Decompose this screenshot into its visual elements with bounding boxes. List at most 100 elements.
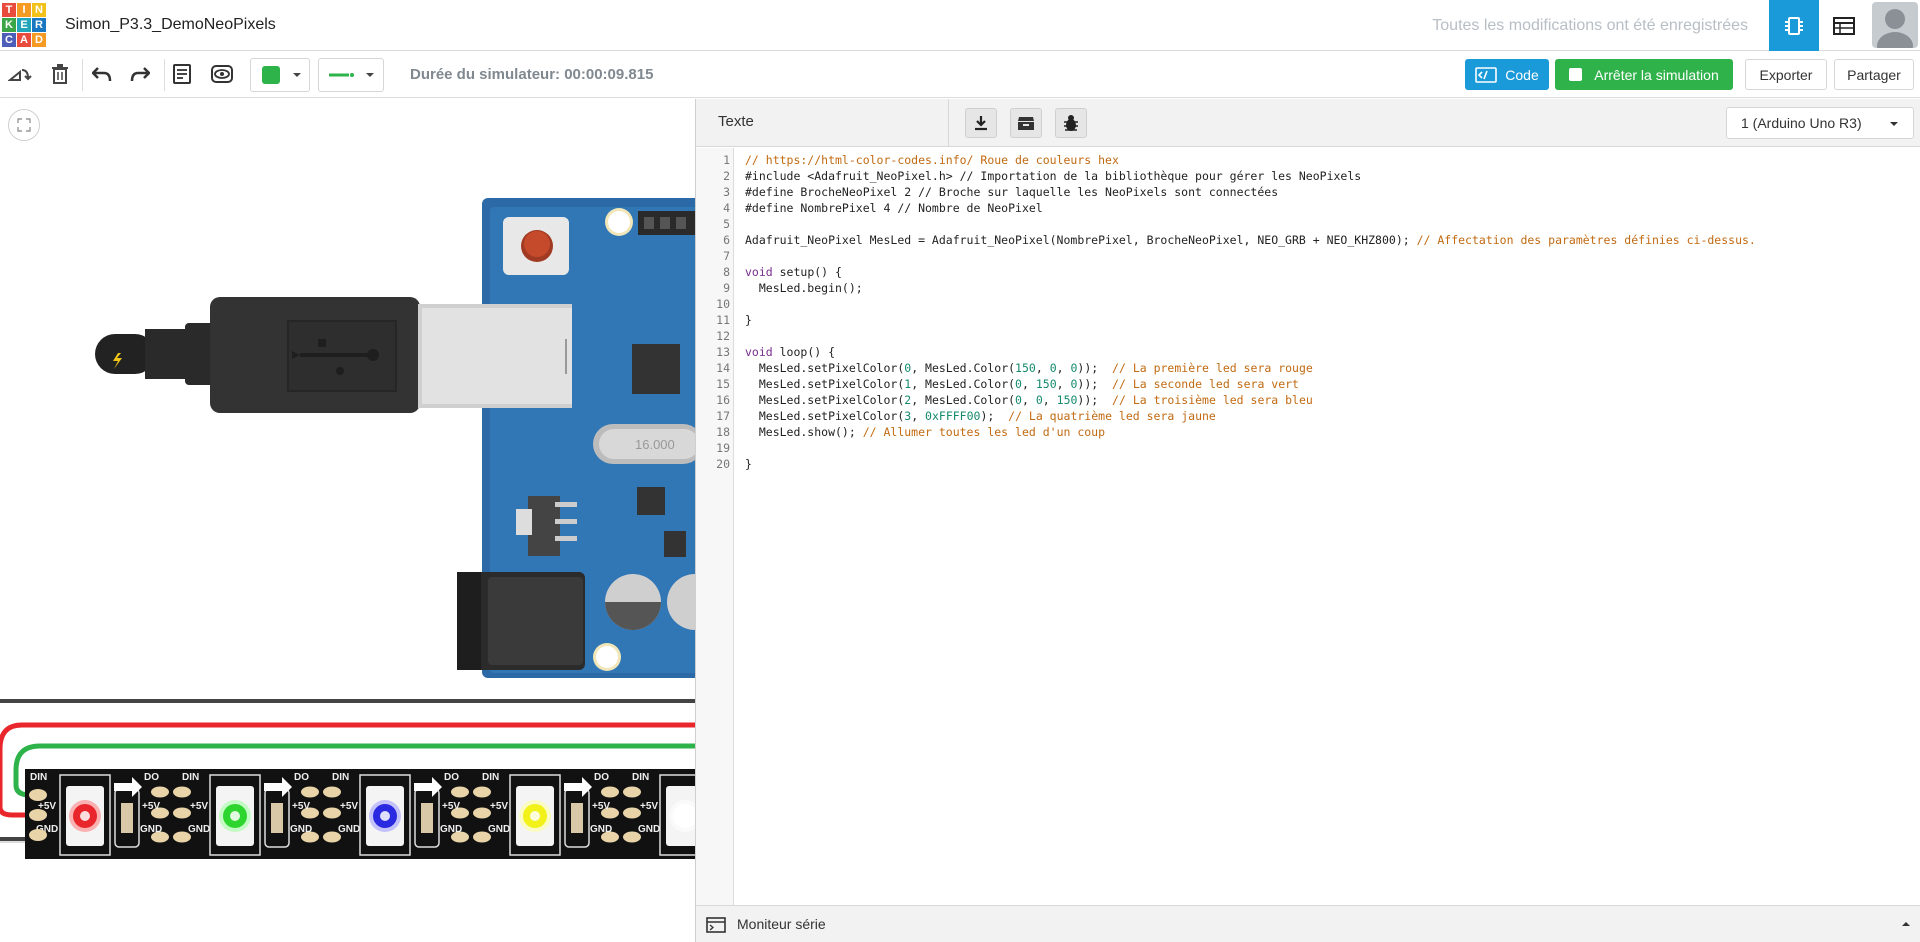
rotate-button[interactable] bbox=[6, 61, 34, 87]
code-token: MesLed.setPixelColor( bbox=[745, 377, 905, 391]
board-select[interactable]: 1 (Arduino Uno R3) bbox=[1726, 107, 1914, 139]
line-numbers: 1 2 3 4 5 6 7 8 9 10 11 12 13 14 15 16 1… bbox=[716, 153, 730, 471]
wire-type-dropdown[interactable] bbox=[318, 58, 384, 92]
serial-monitor-label: Moniteur série bbox=[737, 916, 826, 932]
download-button[interactable] bbox=[965, 108, 997, 138]
code-line[interactable] bbox=[745, 248, 1756, 264]
undo-button[interactable] bbox=[88, 61, 116, 87]
toolbar-divider bbox=[164, 59, 165, 91]
pixel-label: +5V bbox=[142, 801, 160, 812]
code-line[interactable]: void setup() { bbox=[745, 264, 1756, 280]
code-token: )); bbox=[1077, 377, 1113, 391]
circuit-drawing: 16.000 DO DIN+5V +5VGND GNDDO DIN+5V +5V… bbox=[0, 198, 695, 882]
chevron-down-icon bbox=[366, 73, 374, 77]
code-line[interactable]: MesLed.setPixelColor(3, 0xFFFF00); // La… bbox=[745, 408, 1756, 424]
board-select-value: 1 (Arduino Uno R3) bbox=[1741, 115, 1862, 131]
code-icon bbox=[1475, 66, 1498, 83]
toolbar-divider bbox=[82, 59, 83, 91]
pixel-label: GND bbox=[488, 824, 510, 835]
pixel-label: DIN bbox=[482, 772, 499, 783]
pixel-label: +5V bbox=[190, 801, 208, 812]
serial-monitor-bar[interactable]: Moniteur série bbox=[696, 905, 1920, 942]
library-icon bbox=[1018, 117, 1034, 130]
code-token: // Affectation des paramètres définies c… bbox=[1416, 233, 1756, 247]
circuit-view-button[interactable] bbox=[1769, 0, 1819, 51]
code-mode-select[interactable]: Texte bbox=[718, 113, 754, 130]
debug-icon bbox=[1064, 115, 1078, 131]
code-line[interactable] bbox=[745, 296, 1756, 312]
code-token: MesLed.setPixelColor( bbox=[745, 361, 905, 375]
pixel-label: +5V bbox=[442, 801, 460, 812]
chevron-down-icon bbox=[1890, 122, 1898, 126]
code-line[interactable]: } bbox=[745, 456, 1756, 472]
code-token: , bbox=[1056, 377, 1071, 391]
pixel-label: DO bbox=[444, 772, 459, 783]
usb-cable[interactable] bbox=[95, 297, 572, 413]
logo-letter: D bbox=[32, 33, 46, 47]
redo-button[interactable] bbox=[126, 61, 154, 87]
code-token: , MesLed.Color( bbox=[911, 361, 1016, 375]
code-token: MesLed.setPixelColor( bbox=[745, 409, 905, 423]
code-line[interactable]: #include <Adafruit_NeoPixel.h> // Import… bbox=[745, 168, 1756, 184]
pixel-label: DIN bbox=[182, 772, 199, 783]
code-token: void bbox=[745, 345, 773, 359]
code-line[interactable]: MesLed.setPixelColor(2, MesLed.Color(0, … bbox=[745, 392, 1756, 408]
pixel-label: DIN bbox=[30, 772, 47, 783]
code-line[interactable] bbox=[745, 216, 1756, 232]
pixel-label: DIN bbox=[632, 772, 649, 783]
project-title[interactable]: Simon_P3.3_DemoNeoPixels bbox=[65, 16, 276, 34]
code-line[interactable] bbox=[745, 440, 1756, 456]
code-line[interactable]: // https://html-color-codes.info/ Roue d… bbox=[745, 152, 1756, 168]
code-token: )); bbox=[1077, 393, 1113, 407]
delete-button[interactable] bbox=[46, 61, 74, 87]
code-line[interactable]: MesLed.setPixelColor(1, MesLed.Color(0, … bbox=[745, 376, 1756, 392]
user-avatar[interactable] bbox=[1872, 2, 1918, 48]
component-list-icon bbox=[1833, 16, 1855, 35]
code-button[interactable]: Code bbox=[1465, 59, 1549, 90]
code-token: , bbox=[1021, 393, 1036, 407]
code-line[interactable]: } bbox=[745, 312, 1756, 328]
code-line[interactable]: void loop() { bbox=[745, 344, 1756, 360]
code-line[interactable]: MesLed.setPixelColor(0 , MesLed.Color(150… bbox=[745, 360, 1756, 376]
code-token: // La troisième led sera bleu bbox=[1112, 393, 1313, 407]
circuit-canvas[interactable]: 16.000 DO DIN +5V +5V GND GND DO DIN +5V… bbox=[0, 99, 695, 942]
share-button[interactable]: Partager bbox=[1834, 59, 1914, 90]
logo-letter: R bbox=[32, 18, 46, 32]
pixel-label: GND bbox=[440, 824, 462, 835]
stop-simulation-button[interactable]: Arrêter la simulation bbox=[1555, 59, 1733, 90]
logo-letter: C bbox=[2, 33, 16, 47]
code-token: // La quatrième led sera jaune bbox=[1008, 409, 1216, 423]
tinkercad-logo[interactable]: TIN KER CAD bbox=[2, 3, 46, 47]
component-list-button[interactable] bbox=[1819, 0, 1869, 51]
export-button[interactable]: Exporter bbox=[1745, 59, 1827, 90]
code-token: #include <Adafruit_NeoPixel.h> // Import… bbox=[745, 169, 1362, 183]
code-token: 150 bbox=[1015, 361, 1036, 375]
code-token: 0xFFFF00 bbox=[925, 409, 981, 423]
chevron-down-icon bbox=[293, 73, 301, 77]
fill-color-dropdown[interactable] bbox=[250, 58, 310, 92]
code-editor[interactable]: // https://html-color-codes.info/ Roue d… bbox=[745, 152, 1756, 472]
code-token: Adafruit_NeoPixel MesLed = Adafruit_NeoP… bbox=[745, 233, 1417, 247]
code-line[interactable] bbox=[745, 328, 1756, 344]
code-token: , bbox=[1021, 377, 1036, 391]
code-line[interactable]: #define NombrePixel 4 // Nombre de NeoPi… bbox=[745, 200, 1756, 216]
arduino-board[interactable]: 16.000 bbox=[457, 198, 695, 678]
code-line[interactable]: Adafruit_NeoPixel MesLed = Adafruit_NeoP… bbox=[745, 232, 1756, 248]
neopixel-strip[interactable]: DO DIN +5V +5V GND GND DO DIN +5V +5V GND GND DO DIN +… bbox=[25, 769, 695, 882]
code-token: } bbox=[745, 457, 752, 471]
library-button[interactable] bbox=[1010, 108, 1042, 138]
code-line[interactable]: MesLed.show(); // Allumer toutes les led… bbox=[745, 424, 1756, 440]
code-token: , MesLed.Color( bbox=[911, 377, 1016, 391]
code-line[interactable]: MesLed.begin(); bbox=[745, 280, 1756, 296]
code-token: // https://html-color-codes.info/ Roue d… bbox=[745, 153, 1119, 167]
pixel-label: GND bbox=[188, 824, 210, 835]
visibility-button[interactable] bbox=[208, 61, 236, 87]
notes-button[interactable] bbox=[168, 61, 196, 87]
code-token: 150 bbox=[1035, 377, 1057, 391]
chevron-up-icon[interactable] bbox=[1901, 921, 1911, 927]
code-line[interactable]: #define BrocheNeoPixel 2 // Broche sur l… bbox=[745, 184, 1756, 200]
pixel-label: GND bbox=[590, 824, 612, 835]
debugger-button[interactable] bbox=[1055, 108, 1087, 138]
redo-icon bbox=[130, 67, 150, 82]
simulation-duration: Durée du simulateur: 00:00:09.815 bbox=[410, 66, 654, 83]
